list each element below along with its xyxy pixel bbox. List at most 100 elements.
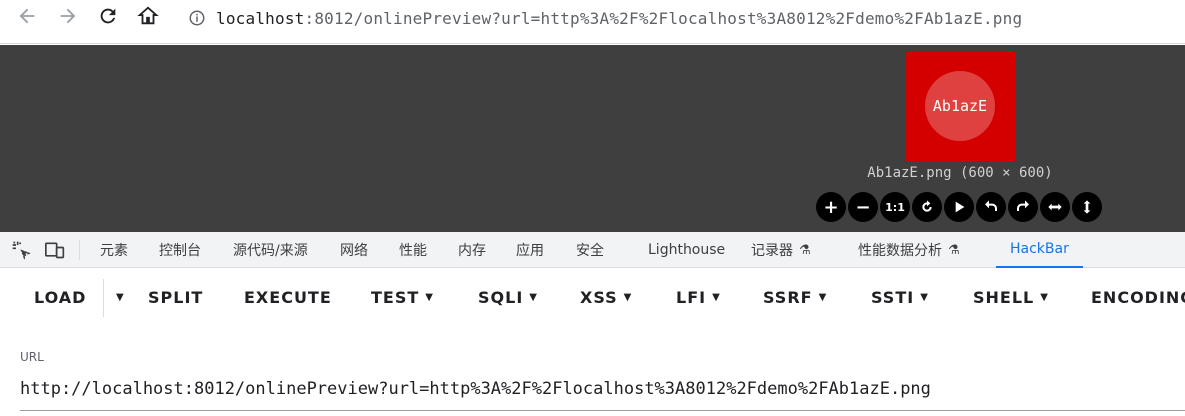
url-path: :8012/onlinePreview?url=http%3A%2F%2Floc…: [304, 8, 1023, 28]
execute-button[interactable]: EXECUTE: [244, 287, 332, 307]
play-button[interactable]: [944, 192, 974, 222]
tab-recorder[interactable]: 记录器 ⚗: [751, 232, 811, 268]
rotate-right-button[interactable]: [1008, 192, 1038, 222]
rotate-right-icon: [1017, 200, 1029, 211]
tab-elements[interactable]: 元素: [100, 232, 128, 268]
back-arrow-icon: [19, 8, 35, 24]
flip-vertical-button[interactable]: [1072, 192, 1102, 222]
tab-label: Lighthouse: [648, 242, 726, 258]
chevron-down-icon: ▼: [529, 291, 538, 303]
chevron-down-icon: ▼: [712, 291, 721, 303]
tab-label: 控制台: [159, 243, 201, 259]
image-preview-area: Ab1azE Ab1azE.png (600 × 600) + − 1:1: [0, 45, 1185, 232]
actual-size-button[interactable]: 1:1: [880, 192, 910, 222]
reset-icon: [922, 200, 932, 212]
chevron-down-icon: ▼: [116, 291, 125, 303]
url-field-label: URL: [20, 350, 44, 364]
tab-security[interactable]: 安全: [576, 232, 604, 268]
lfi-menu[interactable]: LFI ▼: [676, 287, 721, 307]
tab-sources[interactable]: 源代码/来源: [233, 232, 308, 268]
ssrf-menu[interactable]: SSRF ▼: [763, 287, 827, 307]
image-caption: Ab1azE.png (600 × 600): [867, 165, 1053, 181]
flip-horizontal-button[interactable]: [1040, 192, 1070, 222]
split-button[interactable]: SPLIT: [148, 287, 203, 307]
shell-label: SHELL: [973, 287, 1035, 307]
flip-vertical-icon: [1083, 200, 1091, 214]
xss-menu[interactable]: XSS ▼: [580, 287, 632, 307]
encoding-label: ENCODING: [1091, 287, 1185, 307]
load-button[interactable]: LOAD: [34, 287, 86, 307]
hackbar-menu: LOAD ▼ SPLIT EXECUTE TEST ▼ SQLI ▼ XSS ▼ LF…: [0, 269, 1185, 325]
zoom-in-icon: +: [823, 196, 839, 218]
split-label: SPLIT: [148, 287, 204, 307]
shell-menu[interactable]: SHELL ▼: [973, 287, 1049, 307]
flip-horizontal-icon: [1048, 203, 1062, 211]
inspect-element-icon[interactable]: [10, 240, 32, 260]
chevron-down-icon: ▼: [623, 291, 633, 303]
tab-performance[interactable]: 性能: [399, 232, 427, 268]
load-dropdown-button[interactable]: ▼: [110, 287, 125, 307]
test-label: TEST: [371, 287, 420, 307]
back-button[interactable]: [15, 4, 39, 28]
chevron-down-icon: ▼: [920, 291, 929, 303]
tab-network[interactable]: 网络: [340, 232, 368, 268]
ssrf-label: SSRF: [763, 287, 813, 307]
browser-toolbar: localhost:8012/onlinePreview?url=http%3A…: [0, 0, 1185, 44]
ssti-label: SSTI: [871, 287, 915, 307]
execute-label: EXECUTE: [244, 287, 332, 307]
site-info-icon[interactable]: [186, 7, 208, 29]
ssti-menu[interactable]: SSTI ▼: [871, 287, 929, 307]
sqli-menu[interactable]: SQLI ▼: [478, 287, 538, 307]
devtools-tab-bar: 元素 控制台 源代码/来源 网络 性能 内存 应用 安全 Lighthouse …: [0, 232, 1185, 268]
tab-separator: [79, 240, 80, 260]
tab-label: 网络: [340, 243, 368, 259]
logo-text: Ab1azE: [932, 97, 988, 115]
url-host: localhost: [216, 8, 305, 28]
flask-icon: ⚗: [799, 242, 811, 258]
reset-button[interactable]: [912, 192, 942, 222]
forward-button[interactable]: [56, 4, 80, 28]
tab-console[interactable]: 控制台: [159, 232, 201, 268]
tab-label: 记录器: [751, 243, 793, 259]
reload-icon: [100, 8, 116, 24]
xss-label: XSS: [580, 287, 618, 307]
tab-memory[interactable]: 内存: [458, 232, 486, 268]
load-label: LOAD: [34, 287, 87, 307]
tab-label: 元素: [100, 243, 128, 259]
chevron-down-icon: ▼: [425, 291, 434, 303]
tab-label: 性能数据分析: [858, 243, 942, 259]
reload-button[interactable]: [96, 4, 120, 28]
zoom-out-button[interactable]: −: [848, 192, 878, 222]
home-button[interactable]: [136, 4, 160, 28]
load-divider: [103, 279, 104, 317]
encoding-menu[interactable]: ENCODING: [1091, 287, 1185, 307]
tab-lighthouse[interactable]: Lighthouse: [648, 232, 725, 268]
image-thumbnail[interactable]: Ab1azE: [905, 51, 1015, 161]
flask-icon: ⚗: [948, 242, 960, 258]
zoom-out-icon: −: [855, 196, 871, 218]
zoom-in-button[interactable]: +: [816, 192, 846, 222]
sqli-label: SQLI: [478, 287, 524, 307]
chevron-down-icon: ▼: [818, 291, 828, 303]
home-icon: [137, 6, 159, 25]
viewer-toolbar: + − 1:1: [816, 192, 1102, 222]
actual-size-icon: 1:1: [885, 200, 905, 214]
tab-application[interactable]: 应用: [516, 232, 544, 268]
tab-label: 内存: [458, 243, 486, 259]
tab-performance-insights[interactable]: 性能数据分析 ⚗: [858, 232, 960, 268]
tab-label: 性能: [399, 243, 427, 259]
logo-circle: Ab1azE: [925, 71, 995, 141]
url-input[interactable]: http://localhost:8012/onlinePreview?url=…: [20, 375, 1185, 411]
device-toolbar-icon[interactable]: [44, 240, 66, 260]
tab-label: 应用: [516, 243, 544, 259]
lfi-label: LFI: [676, 287, 707, 307]
tab-label: 安全: [576, 243, 604, 259]
address-bar[interactable]: localhost:8012/onlinePreview?url=http%3A…: [186, 5, 1022, 31]
test-menu[interactable]: TEST ▼: [371, 287, 434, 307]
tab-hackbar[interactable]: HackBar: [996, 232, 1083, 268]
rotate-left-icon: [985, 200, 997, 211]
rotate-left-button[interactable]: [976, 192, 1006, 222]
tab-label: 源代码/来源: [233, 243, 308, 259]
forward-arrow-icon: [60, 8, 76, 24]
chevron-down-icon: ▼: [1040, 291, 1049, 303]
